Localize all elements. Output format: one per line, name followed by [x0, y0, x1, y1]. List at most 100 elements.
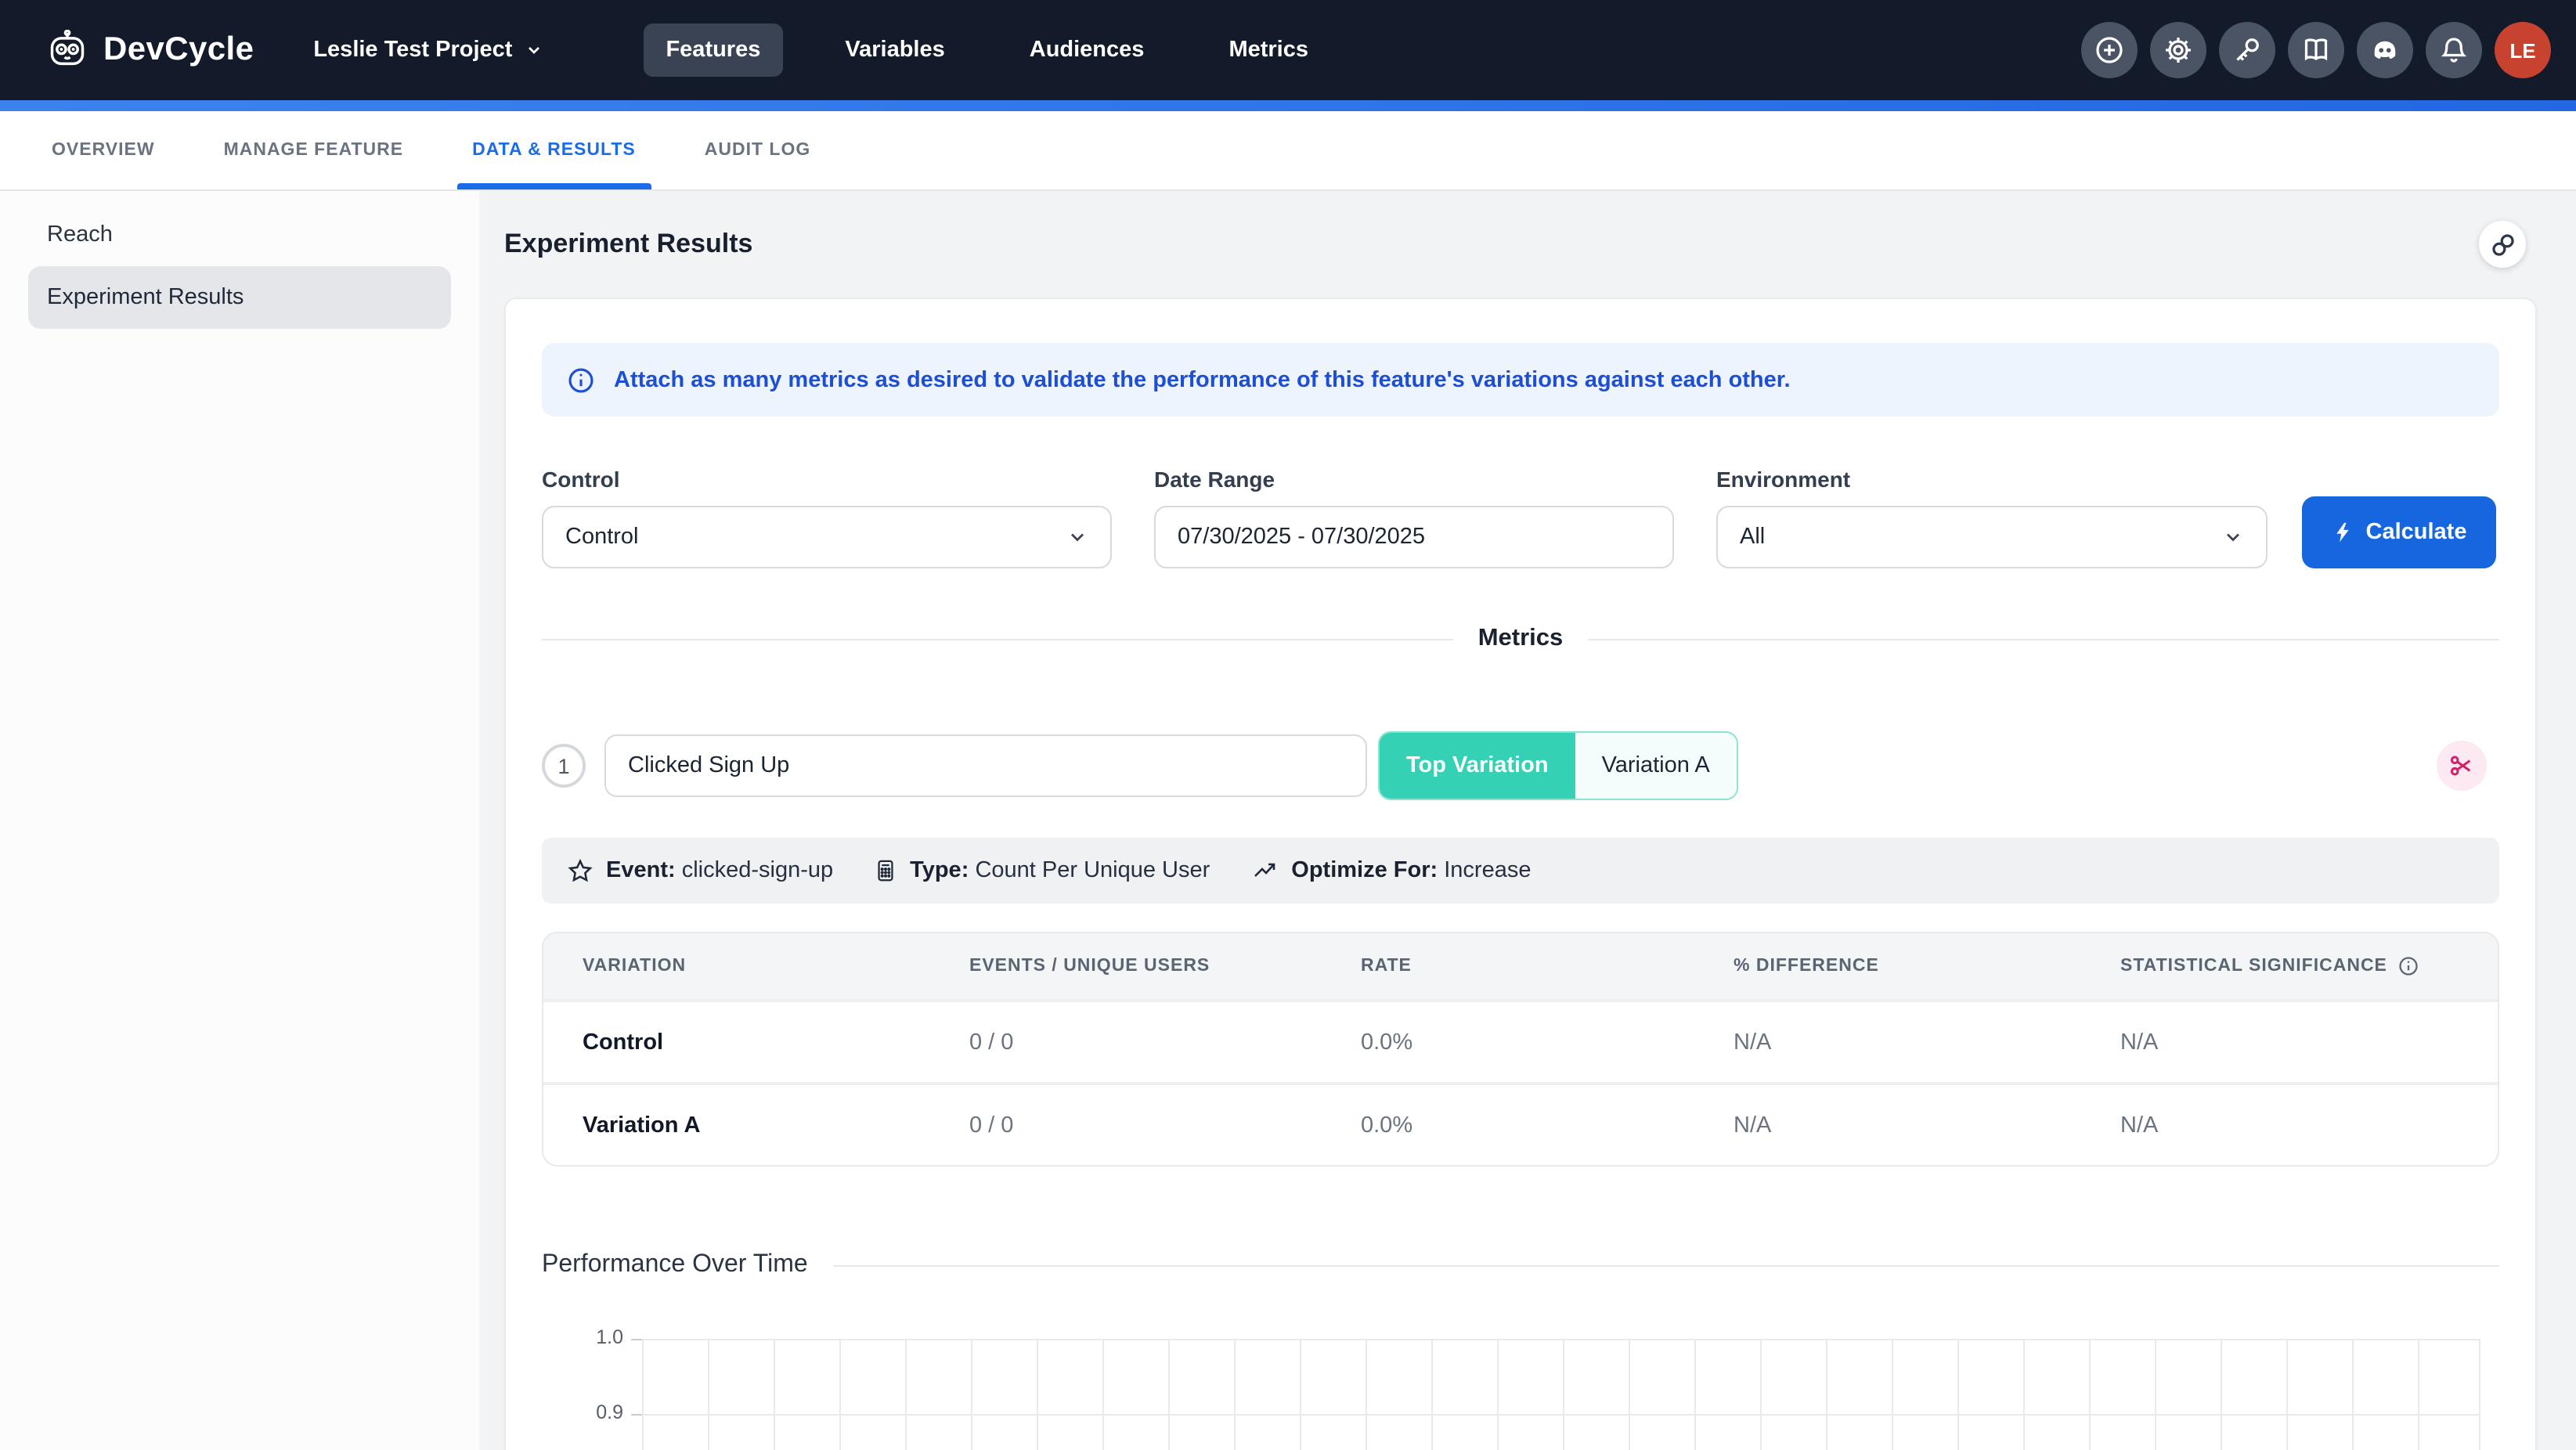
optimize-value: Increase [1444, 858, 1531, 883]
copy-link-button[interactable] [2479, 221, 2526, 268]
metric-index-badge: 1 [542, 744, 586, 788]
type-detail: Type: Count Per Unique User [874, 858, 1210, 883]
event-detail: Event: clicked-sign-up [567, 857, 833, 884]
row-significance: N/A [2120, 1030, 2498, 1055]
environment-label: Environment [1716, 467, 2268, 492]
row-significance: N/A [2120, 1113, 2498, 1138]
tab-manage-feature[interactable]: MANAGE FEATURE [224, 111, 404, 189]
col-significance: STATISTICAL SIGNIFICANCE [2120, 955, 2498, 977]
trending-up-icon [1250, 858, 1279, 883]
calculate-button[interactable]: Calculate [2302, 496, 2496, 568]
user-avatar[interactable]: LE [2495, 22, 2551, 78]
tab-data-and-results[interactable]: DATA & RESULTS [472, 111, 636, 189]
chevron-down-icon [525, 41, 543, 60]
row-rate: 0.0% [1361, 1113, 1734, 1138]
star-icon [567, 857, 593, 884]
info-icon[interactable] [2398, 955, 2420, 977]
y-tick-2: 0.9 [542, 1401, 623, 1423]
main-panel: Experiment Results Attach as many metric… [479, 191, 2576, 1450]
devcycle-logo[interactable]: DevCycle [47, 30, 254, 70]
metric-name-input[interactable] [604, 734, 1367, 797]
optimize-label: Optimize For: [1291, 858, 1438, 883]
chevron-down-icon [2222, 526, 2244, 548]
control-label: Control [542, 467, 1112, 492]
nav-item-features[interactable]: Features [644, 23, 782, 77]
row-difference: N/A [1734, 1113, 2120, 1138]
chart-plot-area [642, 1339, 2480, 1450]
robot-logo-icon [47, 30, 88, 70]
discord-icon [2369, 34, 2401, 66]
metrics-divider-label: Metrics [1478, 625, 1564, 653]
results-table: VARIATION EVENTS / UNIQUE USERS RATE % D… [542, 932, 2499, 1167]
control-select[interactable]: Control [542, 506, 1112, 568]
brand-name: DevCycle [103, 31, 254, 69]
nav-item-audiences[interactable]: Audiences [1008, 23, 1167, 77]
date-range-input[interactable]: 07/30/2025 - 07/30/2025 [1154, 506, 1674, 568]
sidebar-item-reach[interactable]: Reach [28, 204, 451, 266]
content-area: Reach Experiment Results Experiment Resu… [0, 191, 2576, 1450]
link-icon [2489, 231, 2516, 258]
environment-select-value: All [1740, 525, 1765, 550]
toggle-variation-a[interactable]: Variation A [1575, 733, 1737, 799]
optimize-detail: Optimize For: Increase [1250, 858, 1531, 883]
row-difference: N/A [1734, 1030, 2120, 1055]
date-range-value: 07/30/2025 - 07/30/2025 [1178, 525, 1425, 550]
type-value: Count Per Unique User [975, 858, 1210, 883]
row-variation: Control [583, 1030, 969, 1055]
performance-section: Performance Over Time 1.0 0.9 [542, 1251, 2499, 1450]
plus-circle-icon [2094, 34, 2125, 66]
metric-details-bar: Event: clicked-sign-up Type: Count Per U… [542, 838, 2499, 904]
create-button[interactable] [2081, 22, 2138, 78]
app-root: DevCycle Leslie Test Project Features Va… [0, 0, 2576, 1450]
scissors-icon [2449, 753, 2474, 778]
accent-strip [0, 100, 2576, 111]
col-variation: VARIATION [583, 957, 969, 976]
nav-item-variables[interactable]: Variables [823, 23, 966, 77]
feature-tabbar: OVERVIEW MANAGE FEATURE DATA & RESULTS A… [0, 111, 2576, 191]
key-icon [2231, 34, 2263, 66]
remove-metric-button[interactable] [2437, 741, 2487, 791]
table-row: Control 0 / 0 0.0% N/A N/A [543, 999, 2498, 1082]
date-range-label: Date Range [1154, 467, 1674, 492]
event-value: clicked-sign-up [682, 858, 833, 883]
chevron-down-icon [1066, 526, 1088, 548]
notifications-button[interactable] [2426, 22, 2482, 78]
filters-row: Control Control Date Range 07/30/2025 - … [542, 467, 2499, 568]
top-navigation: DevCycle Leslie Test Project Features Va… [0, 0, 2576, 100]
book-icon [2300, 34, 2332, 66]
banner-text: Attach as many metrics as desired to val… [614, 367, 1791, 392]
api-keys-button[interactable] [2219, 22, 2275, 78]
info-icon [567, 366, 595, 394]
variation-toggle: Top Variation Variation A [1378, 731, 1738, 800]
discord-button[interactable] [2357, 22, 2413, 78]
tab-overview[interactable]: OVERVIEW [52, 111, 155, 189]
primary-nav: Features Variables Audiences Metrics [644, 23, 1330, 77]
metrics-divider: Metrics [542, 625, 2499, 653]
control-select-value: Control [565, 525, 639, 550]
sidebar-item-experiment-results[interactable]: Experiment Results [28, 266, 451, 329]
performance-chart: 1.0 0.9 [542, 1308, 2499, 1450]
tab-audit-log[interactable]: AUDIT LOG [705, 111, 811, 189]
calculate-label: Calculate [2366, 520, 2467, 545]
environment-select[interactable]: All [1716, 506, 2268, 568]
lightning-icon [2332, 521, 2354, 543]
table-row: Variation A 0 / 0 0.0% N/A N/A [543, 1082, 2498, 1165]
project-selector[interactable]: Leslie Test Project [313, 38, 543, 63]
gear-icon [2163, 34, 2194, 66]
type-label: Type: [910, 858, 969, 883]
nav-item-metrics[interactable]: Metrics [1207, 23, 1330, 77]
page-title: Experiment Results [504, 229, 752, 260]
event-label: Event: [606, 858, 676, 883]
experiment-results-card: Attach as many metrics as desired to val… [504, 298, 2537, 1450]
row-variation: Variation A [583, 1113, 969, 1138]
performance-title: Performance Over Time [542, 1251, 808, 1279]
toggle-top-variation[interactable]: Top Variation [1380, 733, 1575, 799]
row-events: 0 / 0 [969, 1030, 1361, 1055]
metric-row: 1 Top Variation Variation A [542, 731, 2499, 800]
docs-button[interactable] [2288, 22, 2344, 78]
bell-icon [2438, 34, 2470, 66]
calculator-icon [874, 858, 897, 883]
col-difference: % DIFFERENCE [1734, 957, 2120, 976]
settings-button[interactable] [2150, 22, 2206, 78]
row-rate: 0.0% [1361, 1030, 1734, 1055]
